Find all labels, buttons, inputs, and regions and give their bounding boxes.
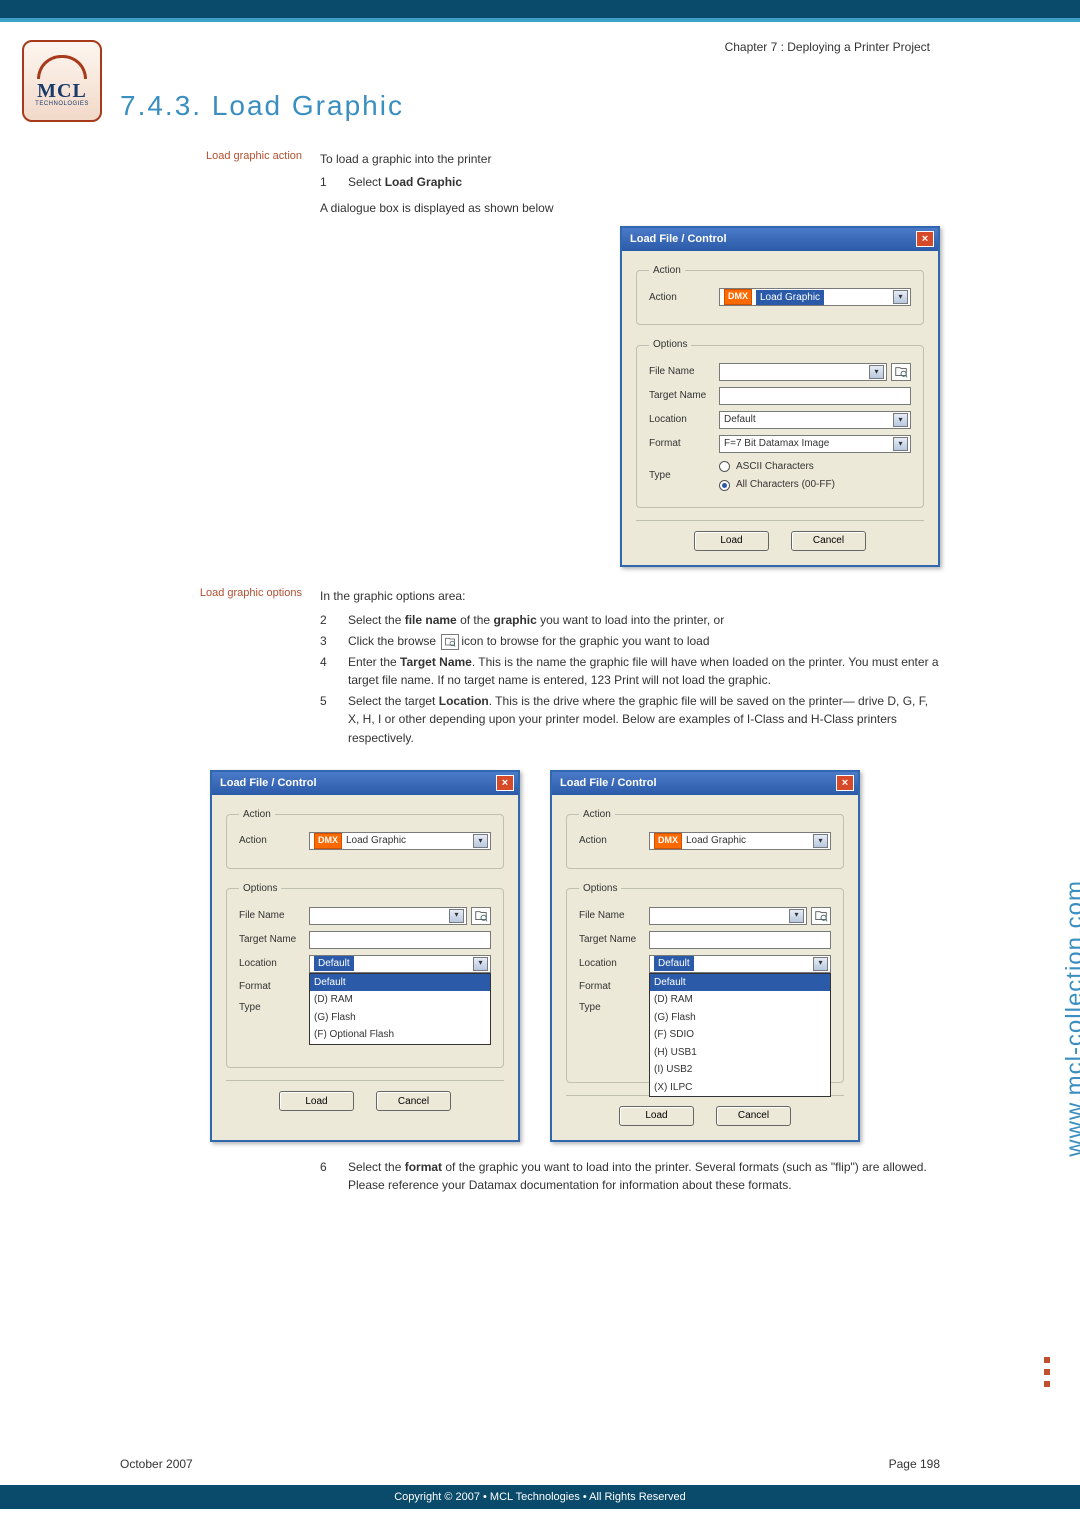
fieldset-action: Action Action DMXLoad Graphic ▾ <box>636 263 924 326</box>
file-name-select[interactable]: ▾ <box>649 907 807 925</box>
dialog-title: Load File / Control <box>560 775 657 792</box>
list-item[interactable]: (X) ILPC <box>650 1079 830 1097</box>
cancel-button[interactable]: Cancel <box>791 531 866 551</box>
browse-icon[interactable] <box>811 907 831 925</box>
copyright: Copyright © 2007 • MCL Technologies • Al… <box>0 1485 1080 1509</box>
list-item[interactable]: (I) USB2 <box>650 1061 830 1079</box>
close-icon[interactable]: × <box>916 231 934 247</box>
legend-action: Action <box>649 263 685 279</box>
chevron-down-icon[interactable]: ▾ <box>473 834 488 848</box>
list-item[interactable]: Default <box>650 974 830 992</box>
label-format: Format <box>649 436 719 452</box>
legend-options: Options <box>649 337 691 353</box>
location-select[interactable]: Default▾ <box>719 411 911 429</box>
step-1: 1 Select Load Graphic <box>320 173 940 192</box>
close-icon[interactable]: × <box>836 775 854 791</box>
chevron-down-icon[interactable]: ▾ <box>893 437 908 451</box>
list-item[interactable]: (F) SDIO <box>650 1026 830 1044</box>
action-select[interactable]: DMXLoad Graphic ▾ <box>649 832 831 850</box>
section-label-options: Load graphic options <box>120 587 320 750</box>
chevron-down-icon[interactable]: ▾ <box>893 413 908 427</box>
browse-icon[interactable] <box>891 363 911 381</box>
load-button[interactable]: Load <box>619 1106 694 1126</box>
logo-arc <box>37 55 87 79</box>
options-intro: In the graphic options area: <box>320 587 940 606</box>
location-select[interactable]: Default ▾ Default (D) RAM (G) Flash (F) … <box>309 955 491 973</box>
label-location: Location <box>649 412 719 428</box>
chevron-down-icon[interactable]: ▾ <box>893 290 908 304</box>
close-icon[interactable]: × <box>496 775 514 791</box>
target-name-field[interactable] <box>649 931 831 949</box>
logo-text: MCL <box>37 81 87 101</box>
load-button[interactable]: Load <box>694 531 769 551</box>
file-name-select[interactable]: ▾ <box>309 907 467 925</box>
list-item[interactable]: (G) Flash <box>310 1009 490 1027</box>
dialog-load-file-main: Load File / Control × Action Action DMXL… <box>620 226 940 567</box>
step-num: 1 <box>320 173 348 192</box>
target-name-field[interactable] <box>309 931 491 949</box>
list-item[interactable]: (D) RAM <box>310 991 490 1009</box>
chevron-down-icon[interactable]: ▾ <box>473 957 488 971</box>
footer-page: Page 198 <box>889 1457 940 1471</box>
browse-icon[interactable] <box>471 907 491 925</box>
list-item[interactable]: (G) Flash <box>650 1009 830 1027</box>
location-dropdown-list[interactable]: Default (D) RAM (G) Flash (F) SDIO (H) U… <box>649 973 831 1098</box>
chevron-down-icon[interactable]: ▾ <box>869 365 884 379</box>
side-url: www.mcl-collection.com <box>1062 880 1080 1157</box>
format-select[interactable]: F=7 Bit Datamax Image▾ <box>719 435 911 453</box>
step-5: 5 Select the target Location. This is th… <box>320 692 940 748</box>
dialog-load-file-hclass: Load File / Control × Action Action DMXL… <box>550 770 860 1142</box>
browse-icon <box>441 634 459 650</box>
dialog-intro: A dialogue box is displayed as shown bel… <box>320 199 940 218</box>
step-2: 2 Select the file name of the graphic yo… <box>320 611 940 630</box>
logo: MCL TECHNOLOGIES <box>22 40 102 122</box>
radio-all-chars[interactable] <box>719 480 730 491</box>
radio-ascii[interactable] <box>719 461 730 472</box>
label-target-name: Target Name <box>649 388 719 404</box>
footer-date: October 2007 <box>120 1457 193 1471</box>
dmx-badge: DMX <box>724 289 752 305</box>
label-file-name: File Name <box>649 364 719 380</box>
step-6: 6 Select the format of the graphic you w… <box>320 1158 940 1195</box>
location-dropdown-list[interactable]: Default (D) RAM (G) Flash (F) Optional F… <box>309 973 491 1045</box>
chevron-down-icon[interactable]: ▾ <box>813 957 828 971</box>
section-label-action: Load graphic action <box>120 150 320 567</box>
chevron-down-icon[interactable]: ▾ <box>449 909 464 923</box>
list-item[interactable]: (H) USB1 <box>650 1044 830 1062</box>
radio-label-all: All Characters (00-FF) <box>736 477 835 493</box>
action-select[interactable]: DMXLoad Graphic ▾ <box>309 832 491 850</box>
fieldset-options: Options File Name ▾ Target Name <box>636 337 924 508</box>
top-accent <box>0 18 1080 22</box>
load-button[interactable]: Load <box>279 1091 354 1111</box>
dialog-title: Load File / Control <box>220 775 317 792</box>
cancel-button[interactable]: Cancel <box>376 1091 451 1111</box>
intro-line: To load a graphic into the printer <box>320 150 940 169</box>
list-item[interactable]: (F) Optional Flash <box>310 1026 490 1044</box>
chevron-down-icon[interactable]: ▾ <box>813 834 828 848</box>
step-4: 4 Enter the Target Name. This is the nam… <box>320 653 940 690</box>
file-name-select[interactable]: ▾ <box>719 363 887 381</box>
side-dots <box>1044 1357 1050 1387</box>
breadcrumb: Chapter 7 : Deploying a Printer Project <box>120 40 940 54</box>
top-bar <box>0 0 1080 18</box>
dialog-title: Load File / Control <box>630 231 727 248</box>
dialog-load-file-iclass: Load File / Control × Action Action DMXL… <box>210 770 520 1142</box>
page-title: 7.4.3. Load Graphic <box>120 90 940 122</box>
list-item[interactable]: Default <box>310 974 490 992</box>
radio-label-ascii: ASCII Characters <box>736 459 814 475</box>
target-name-field[interactable] <box>719 387 911 405</box>
divider <box>636 520 924 521</box>
step-3: 3 Click the browse icon to browse for th… <box>320 632 940 651</box>
cancel-button[interactable]: Cancel <box>716 1106 791 1126</box>
label-action: Action <box>649 290 719 306</box>
logo-sub: TECHNOLOGIES <box>35 101 89 107</box>
label-type: Type <box>649 468 719 484</box>
action-select[interactable]: DMXLoad Graphic ▾ <box>719 288 911 306</box>
chevron-down-icon[interactable]: ▾ <box>789 909 804 923</box>
location-select[interactable]: Default ▾ Default (D) RAM (G) Flash (F) … <box>649 955 831 973</box>
list-item[interactable]: (D) RAM <box>650 991 830 1009</box>
